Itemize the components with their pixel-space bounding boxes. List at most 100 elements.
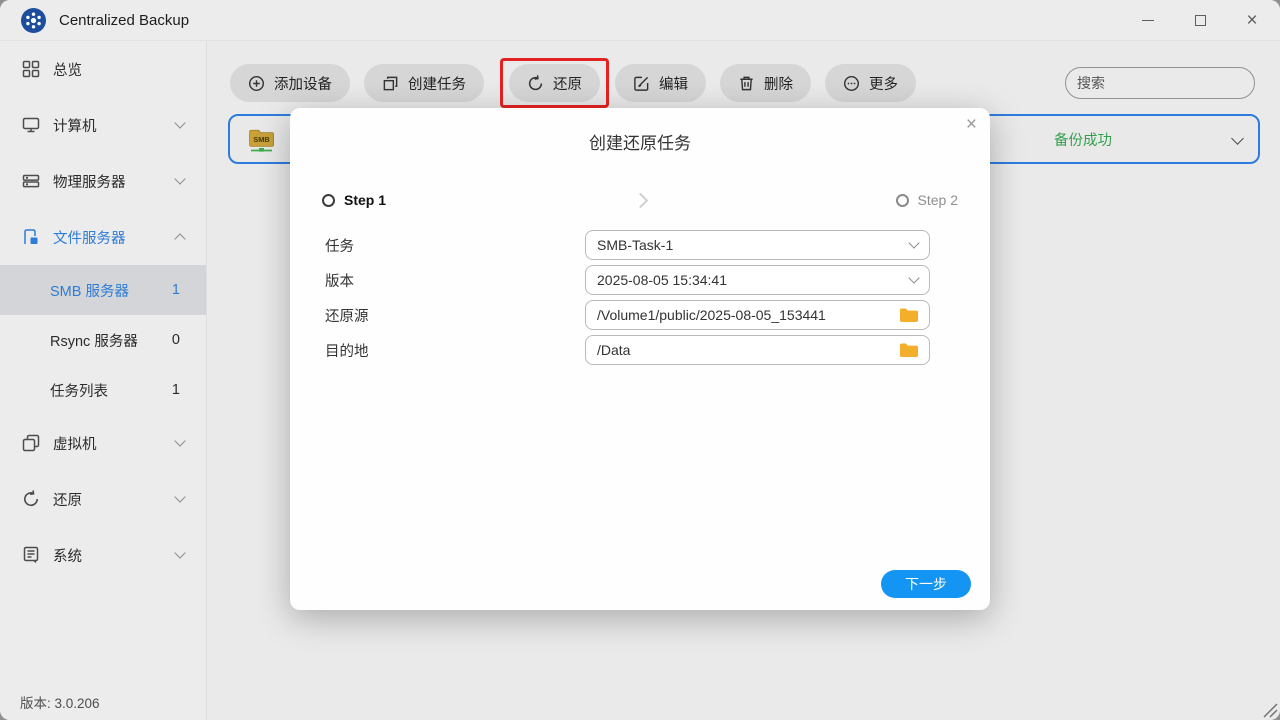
sidebar-item-system[interactable]: 系统 bbox=[0, 527, 206, 583]
sidebar-item-physical-server[interactable]: 物理服务器 bbox=[0, 153, 206, 209]
chevron-down-icon bbox=[174, 117, 186, 129]
chevron-down-icon bbox=[908, 237, 920, 249]
sidebar-item-task-list[interactable]: 任务列表 1 bbox=[0, 365, 206, 415]
vm-icon bbox=[22, 434, 40, 452]
minimize-button[interactable] bbox=[1134, 6, 1162, 34]
monitor-icon bbox=[22, 117, 40, 133]
server-icon bbox=[22, 174, 40, 188]
app-window: Centralized Backup × 总览 计算机 物理服务器 文件服务器 … bbox=[0, 0, 1280, 720]
minimize-icon bbox=[1142, 19, 1154, 21]
version-select-value: 2025-08-05 15:34:41 bbox=[597, 272, 727, 288]
version-field-row: 版本 2025-08-05 15:34:41 bbox=[325, 265, 990, 295]
restore-source-field-label: 还原源 bbox=[325, 308, 369, 325]
sidebar-item-computer[interactable]: 计算机 bbox=[0, 97, 206, 153]
restore-source-input[interactable]: /Volume1/public/2025-08-05_153441 bbox=[585, 300, 930, 330]
sidebar-item-rsync-server[interactable]: Rsync 服务器 0 bbox=[0, 315, 206, 365]
chevron-down-icon bbox=[174, 435, 186, 447]
dialog-title: 创建还原任务 bbox=[589, 134, 691, 153]
sidebar-item-smb-server[interactable]: SMB 服务器 1 bbox=[0, 265, 206, 315]
task-field-label: 任务 bbox=[325, 238, 354, 255]
more-circle-icon bbox=[843, 75, 860, 91]
maximize-icon bbox=[1194, 14, 1206, 26]
chevron-down-icon bbox=[908, 272, 920, 284]
trash-icon bbox=[740, 76, 753, 90]
chevron-right-icon bbox=[632, 192, 649, 208]
more-button[interactable]: 更多 bbox=[825, 64, 916, 102]
dialog-close-button[interactable]: × bbox=[966, 114, 977, 136]
copy-icon bbox=[383, 76, 398, 90]
destination-field-row: 目的地 /Data bbox=[325, 335, 990, 365]
plus-circle-icon bbox=[248, 75, 265, 91]
count-badge: 1 bbox=[171, 282, 180, 298]
titlebar: Centralized Backup × bbox=[0, 0, 1280, 41]
button-label: 创建任务 bbox=[408, 76, 466, 93]
delete-button[interactable]: 删除 bbox=[720, 64, 811, 102]
sidebar-item-label: 任务列表 bbox=[50, 383, 108, 400]
task-field-row: 任务 SMB-Task-1 bbox=[325, 230, 990, 260]
sidebar-item-label: 总览 bbox=[53, 62, 82, 79]
count-badge: 1 bbox=[171, 382, 180, 398]
restore-source-value: /Volume1/public/2025-08-05_153441 bbox=[597, 307, 826, 323]
sidebar-item-file-server[interactable]: 文件服务器 bbox=[0, 209, 206, 265]
destination-input[interactable]: /Data bbox=[585, 335, 930, 365]
sidebar-item-label: 虚拟机 bbox=[53, 436, 97, 453]
sidebar-item-virtual-machine[interactable]: 虚拟机 bbox=[0, 415, 206, 471]
count-badge: 0 bbox=[171, 332, 180, 348]
app-version-label: 版本: 3.0.206 bbox=[20, 696, 100, 711]
button-label: 添加设备 bbox=[274, 76, 332, 93]
restore-source-field-row: 还原源 /Volume1/public/2025-08-05_153441 bbox=[325, 300, 990, 330]
browse-folder-icon[interactable] bbox=[899, 342, 918, 358]
button-label: 还原 bbox=[553, 76, 582, 93]
sidebar-item-label: Rsync 服务器 bbox=[50, 333, 138, 350]
step-1-circle-icon bbox=[322, 193, 335, 207]
version-select[interactable]: 2025-08-05 15:34:41 bbox=[585, 265, 930, 295]
chevron-down-icon bbox=[174, 547, 186, 559]
search-box bbox=[1065, 67, 1258, 99]
sidebar-item-label: 系统 bbox=[53, 548, 82, 565]
grid-icon bbox=[22, 60, 40, 78]
chevron-down-icon bbox=[174, 491, 186, 503]
next-step-button[interactable]: 下一步 bbox=[881, 570, 971, 598]
task-select-value: SMB-Task-1 bbox=[597, 237, 674, 253]
sidebar: 总览 计算机 物理服务器 文件服务器 SMB 服务器 1 Rsync 服务器 0… bbox=[0, 41, 207, 720]
resize-grip[interactable] bbox=[1258, 700, 1278, 718]
sidebar-item-restore[interactable]: 还原 bbox=[0, 471, 206, 527]
restore-button[interactable]: 还原 bbox=[509, 64, 600, 102]
file-server-icon bbox=[24, 229, 38, 244]
step-2-label: Step 2 bbox=[917, 192, 958, 208]
search-input[interactable] bbox=[1077, 75, 1258, 91]
step-indicator: Step 1 Step 2 bbox=[322, 192, 958, 208]
browse-folder-icon[interactable] bbox=[899, 307, 918, 323]
sidebar-item-label: 物理服务器 bbox=[53, 174, 126, 191]
add-device-button[interactable]: 添加设备 bbox=[230, 64, 350, 102]
chevron-up-icon bbox=[174, 233, 186, 245]
sidebar-item-label: 还原 bbox=[53, 492, 82, 509]
step-2-circle-icon bbox=[895, 193, 909, 207]
step-2: Step 2 bbox=[895, 192, 958, 208]
row-expand-button[interactable] bbox=[1231, 130, 1244, 148]
chevron-down-icon bbox=[174, 173, 186, 185]
button-label: 编辑 bbox=[659, 76, 688, 93]
edit-icon bbox=[634, 76, 649, 91]
backup-status-label: 备份成功 bbox=[1054, 132, 1112, 149]
destination-field-label: 目的地 bbox=[325, 343, 369, 360]
create-task-button[interactable]: 创建任务 bbox=[364, 64, 484, 102]
window-controls: × bbox=[1134, 6, 1266, 34]
close-window-button[interactable]: × bbox=[1238, 6, 1266, 34]
create-restore-task-dialog: × 创建还原任务 Step 1 Step 2 任务 SMB-Task-1 版本 … bbox=[290, 108, 990, 610]
step-1: Step 1 bbox=[322, 192, 386, 208]
sidebar-item-label: SMB 服务器 bbox=[50, 283, 129, 300]
smb-share-icon: SMB bbox=[249, 129, 274, 152]
maximize-button[interactable] bbox=[1186, 6, 1214, 34]
app-title: Centralized Backup bbox=[59, 11, 190, 29]
sidebar-item-overview[interactable]: 总览 bbox=[0, 41, 206, 97]
edit-button[interactable]: 编辑 bbox=[615, 64, 706, 102]
task-select[interactable]: SMB-Task-1 bbox=[585, 230, 930, 260]
sidebar-item-label: 文件服务器 bbox=[53, 230, 126, 247]
restore-button-highlight: 还原 bbox=[500, 58, 609, 108]
step-1-label: Step 1 bbox=[344, 192, 387, 208]
close-icon: × bbox=[1246, 9, 1258, 31]
restore-icon bbox=[24, 490, 39, 507]
restore-icon bbox=[528, 74, 543, 90]
destination-value: /Data bbox=[597, 342, 631, 358]
